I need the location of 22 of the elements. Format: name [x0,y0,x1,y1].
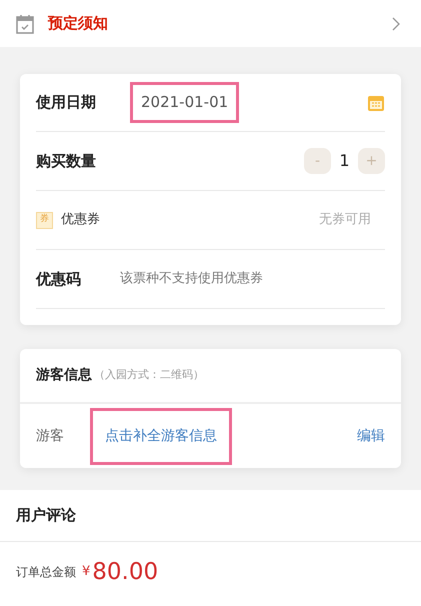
section-title: 用户评论 [16,505,76,526]
total-label: 订单总金额 [16,564,76,581]
calendar-check-icon [16,14,34,34]
section-title: 游客信息 [36,366,92,385]
chevron-right-icon[interactable] [392,16,401,30]
field-label: 优惠码 [36,268,82,290]
edit-link[interactable]: 编辑 [357,426,385,446]
field-label: 游客 [36,426,65,446]
calendar-icon[interactable] [367,94,385,112]
field-label: 购买数量 [36,150,96,172]
fill-visitor-link[interactable]: 点击补全游客信息 [90,408,232,464]
coupon-value[interactable]: 无券可用 [319,210,371,230]
total-amount: 80.00 [92,558,158,587]
coupon-icon: 券 [36,212,53,228]
date-value[interactable]: 2021-01-01 [130,82,240,123]
quantity-value: 1 [338,150,351,172]
field-label: 优惠券 [61,211,100,230]
promo-code-note: 该票种不支持使用优惠券 [120,270,263,288]
currency-symbol: ¥ [82,563,90,582]
notice-title: 预定须知 [48,13,108,34]
entry-method-note: （入园方式：二维码） [94,367,204,384]
field-label: 使用日期 [36,92,97,114]
